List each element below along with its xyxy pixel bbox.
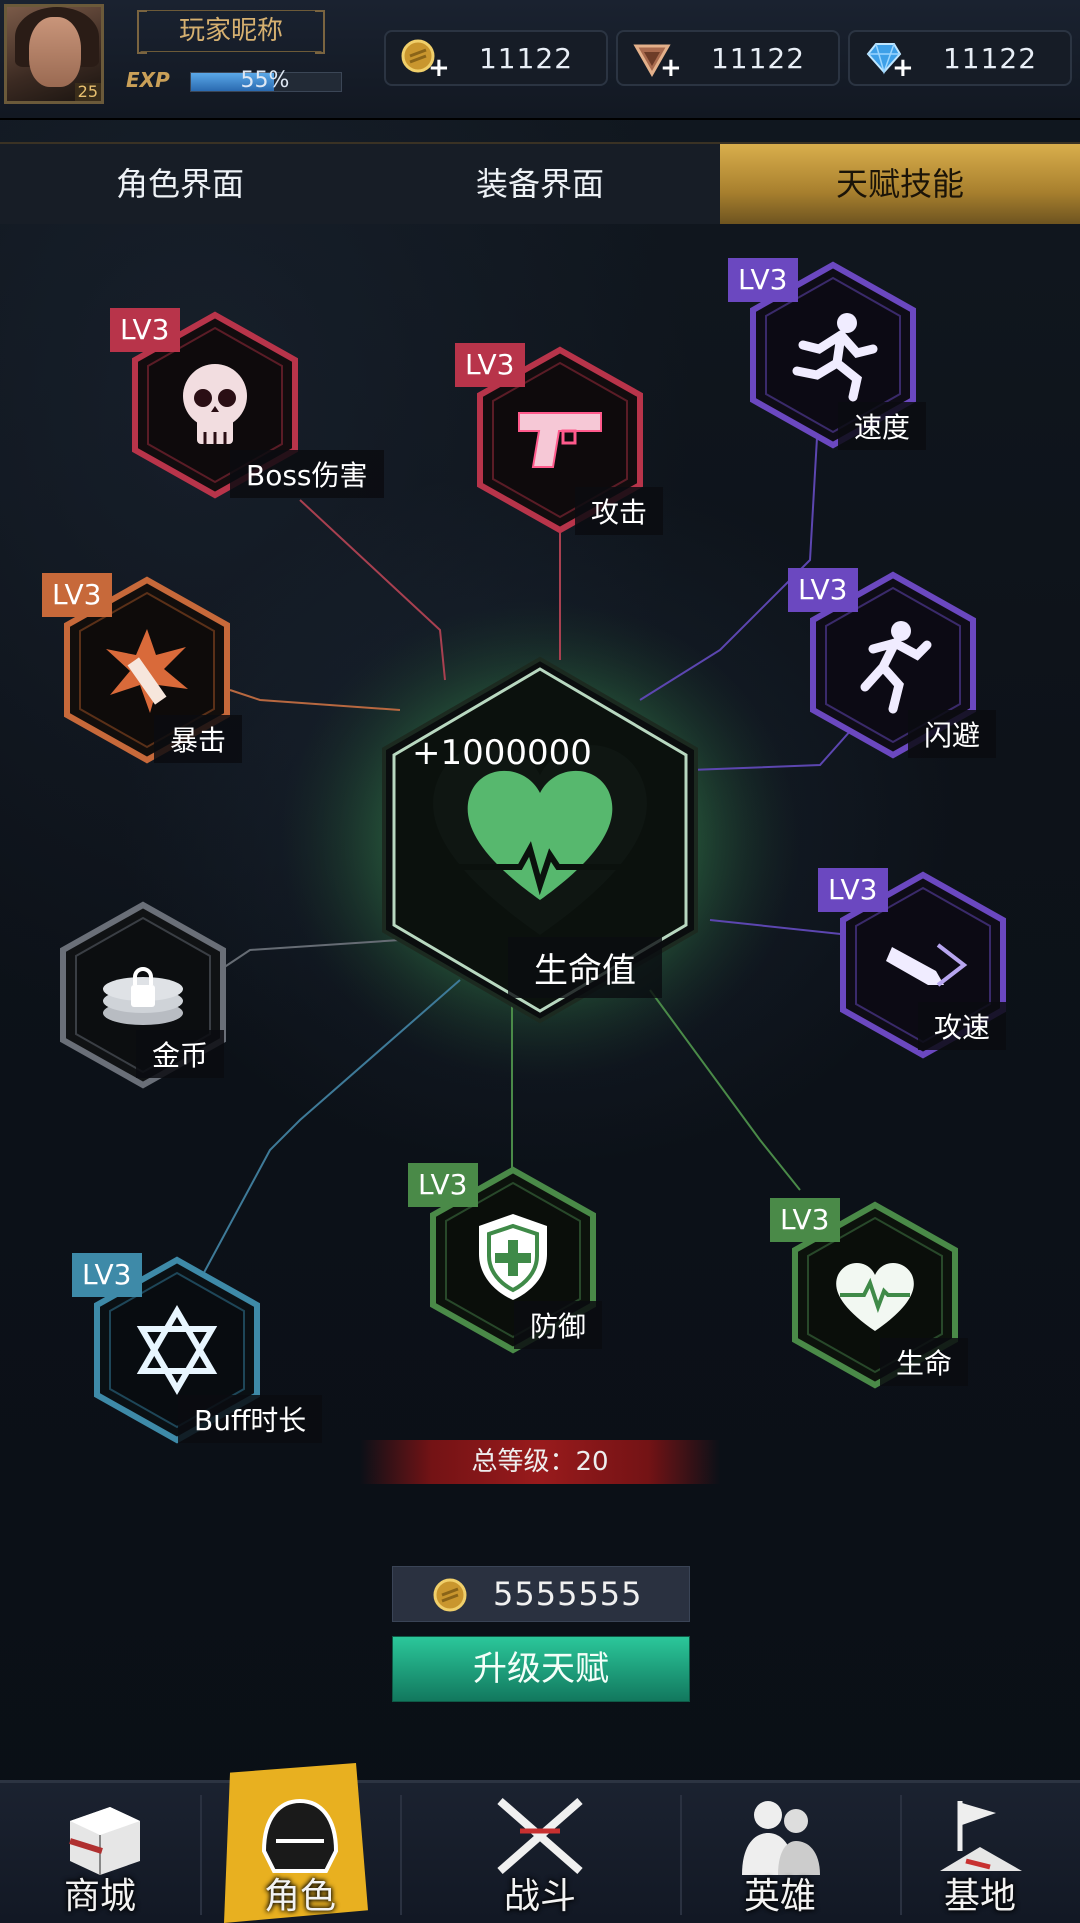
talent-boss-badge: LV3 xyxy=(110,308,180,352)
bottom-nav: 商城 角色 战斗 英雄 基地 xyxy=(0,1763,1080,1923)
resource-gold[interactable]: + 11122 xyxy=(384,30,608,86)
resource-gold-value: 11122 xyxy=(478,42,574,75)
nav-base[interactable]: 基地 xyxy=(880,1783,1080,1923)
tab-equipment[interactable]: 装备界面 xyxy=(360,144,720,224)
nav-base-label: 基地 xyxy=(943,1876,1016,1917)
talent-defense-badge: LV3 xyxy=(408,1163,478,1207)
locked-coins-icon xyxy=(103,967,183,1025)
talent-center-health[interactable]: +1000000 生命值 xyxy=(380,655,700,1025)
upgrade-cost: 5555555 xyxy=(392,1566,690,1622)
resource-medal-value: 11122 xyxy=(710,42,806,75)
upgrade-cost-value: 5555555 xyxy=(493,1575,643,1613)
talent-crit[interactable]: LV3 暴击 xyxy=(42,573,243,765)
top-bar: 25 玩家昵称 EXP 55% + 11122 + 11122 + 11122 xyxy=(0,0,1080,120)
resource-diamond[interactable]: + 11122 xyxy=(848,30,1072,86)
nav-battle-label: 战斗 xyxy=(503,1876,576,1917)
talent-atkspeed-badge: LV3 xyxy=(818,868,888,912)
heart-icon xyxy=(836,1263,914,1331)
center-bonus-value: +1000000 xyxy=(412,733,592,773)
nav-heroes[interactable]: 英雄 xyxy=(680,1783,880,1923)
running-man-icon xyxy=(792,313,878,402)
talent-attack-badge: LV3 xyxy=(455,343,525,387)
talent-life[interactable]: LV3 生命 xyxy=(770,1198,969,1390)
tab-talent-skills[interactable]: 天赋技能 xyxy=(720,144,1080,224)
talent-attack-label: 攻击 xyxy=(575,487,664,535)
dodge-runner-icon xyxy=(860,621,932,714)
nav-shop-label: 商城 xyxy=(63,1876,136,1917)
talent-speed-label: 速度 xyxy=(838,402,927,450)
talent-crit-label: 暴击 xyxy=(154,715,243,763)
talent-dodge-label: 闪避 xyxy=(908,710,997,758)
talent-speed[interactable]: LV3 速度 xyxy=(728,258,927,450)
skull-icon xyxy=(183,364,247,444)
talent-gold-locked[interactable]: 金币 xyxy=(58,900,228,1090)
nav-character-label: 角色 xyxy=(263,1876,336,1917)
nav-heroes-label: 英雄 xyxy=(743,1876,816,1917)
player-nickname[interactable]: 玩家昵称 xyxy=(137,10,325,54)
nav-battle[interactable]: 战斗 xyxy=(440,1783,640,1923)
player-avatar[interactable]: 25 xyxy=(4,4,104,104)
talent-buff-badge: LV3 xyxy=(72,1253,142,1297)
talent-defense[interactable]: LV3 防御 xyxy=(408,1163,603,1355)
exp-label: EXP xyxy=(126,68,170,92)
talent-dodge-badge: LV3 xyxy=(788,568,858,612)
tab-bar: 角色界面 装备界面 天赋技能 xyxy=(0,142,1080,224)
resource-medal[interactable]: + 11122 xyxy=(616,30,840,86)
talent-buff-label: Buff时长 xyxy=(178,1395,323,1443)
nav-shop[interactable]: 商城 xyxy=(0,1783,200,1923)
upgrade-talent-button[interactable]: 升级天赋 xyxy=(392,1636,690,1702)
talent-atkspeed-label: 攻速 xyxy=(918,1002,1007,1050)
player-level-badge: 25 xyxy=(74,83,101,101)
talent-crit-badge: LV3 xyxy=(42,573,112,617)
gold-coin-icon xyxy=(433,1578,467,1612)
bullet-icon xyxy=(886,943,968,987)
talent-dodge[interactable]: LV3 闪避 xyxy=(788,568,997,760)
talent-gold-label: 金币 xyxy=(136,1030,225,1078)
shield-plus-icon xyxy=(479,1214,547,1300)
crit-blast-icon xyxy=(106,629,188,713)
hexagram-star-icon xyxy=(136,1305,218,1395)
talent-life-label: 生命 xyxy=(880,1338,969,1386)
talent-attack[interactable]: LV3 攻击 xyxy=(455,343,664,535)
talent-buff-duration[interactable]: LV3 Buff时长 xyxy=(72,1253,323,1445)
nav-character[interactable]: 角色 xyxy=(200,1763,400,1923)
talent-boss-label: Boss伤害 xyxy=(230,450,384,498)
talent-attack-speed[interactable]: LV3 攻速 xyxy=(818,868,1008,1060)
talent-speed-badge: LV3 xyxy=(728,258,798,302)
pistol-icon xyxy=(518,412,602,468)
talent-boss-damage[interactable]: LV3 Boss伤害 xyxy=(110,308,384,500)
resource-diamond-value: 11122 xyxy=(942,42,1038,75)
exp-percent: 55% xyxy=(240,68,290,93)
total-level: 总等级：20 xyxy=(360,1440,720,1484)
talent-defense-label: 防御 xyxy=(514,1301,603,1349)
talent-life-badge: LV3 xyxy=(770,1198,840,1242)
tab-character[interactable]: 角色界面 xyxy=(0,144,360,224)
center-label: 生命值 xyxy=(508,937,662,998)
